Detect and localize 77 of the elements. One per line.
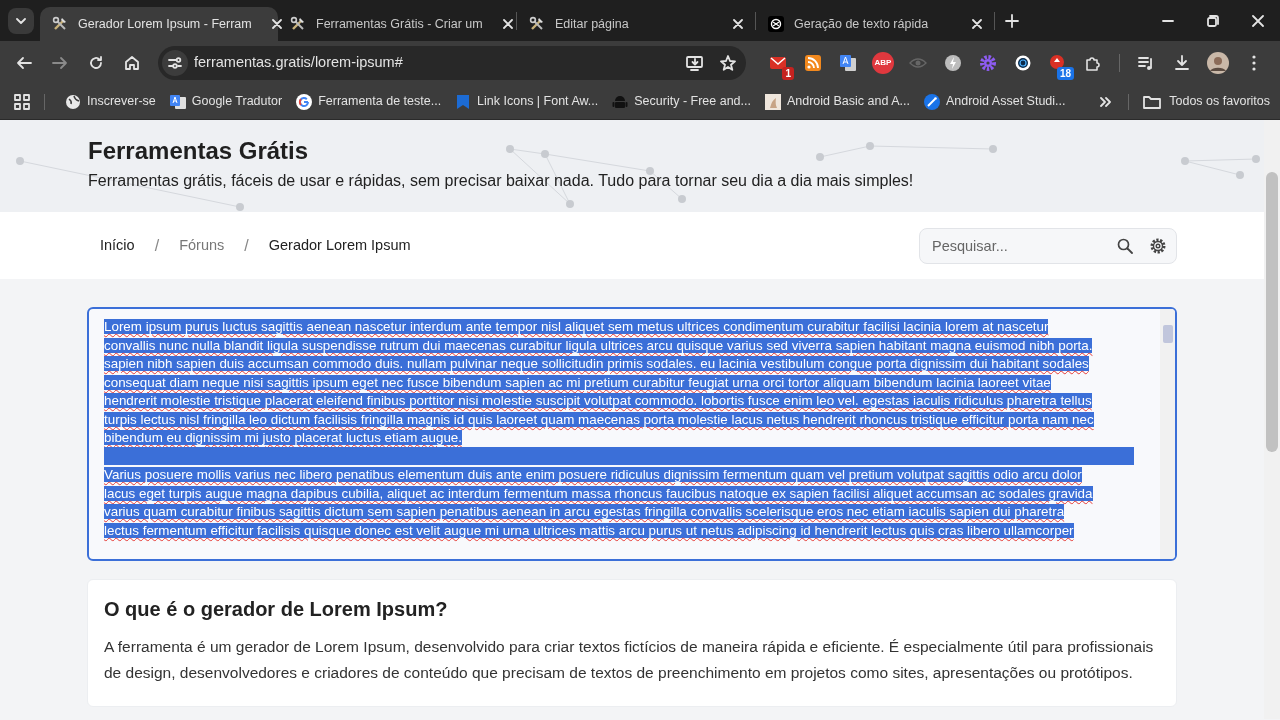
bookmark[interactable]: Ferramenta de teste... xyxy=(290,87,448,116)
reload-icon xyxy=(88,54,104,71)
chevron-down-icon xyxy=(16,17,26,24)
playlist-icon xyxy=(1138,54,1154,71)
download-icon xyxy=(1174,54,1190,71)
bookmark[interactable]: Android Asset Studi... xyxy=(917,87,1072,116)
close-icon[interactable] xyxy=(502,19,513,29)
avatar[interactable] xyxy=(1207,51,1229,74)
folder-icon xyxy=(1143,94,1162,109)
back-icon xyxy=(16,54,32,71)
bookmark[interactable]: Android Basic and A... xyxy=(758,87,916,116)
browser-tab[interactable]: Editar página xyxy=(517,7,755,41)
breadcrumb-link[interactable]: Gerador Lorem Ipsum xyxy=(268,234,411,257)
android-icon xyxy=(612,93,629,110)
scrollbar[interactable] xyxy=(1160,309,1175,559)
apps-grid-icon[interactable] xyxy=(14,93,30,110)
tools-icon xyxy=(290,16,306,32)
extension-button[interactable]: 1 xyxy=(762,48,794,77)
breadcrumb-link[interactable]: Início xyxy=(100,234,135,257)
forward-icon xyxy=(52,54,68,71)
count-badge: 18 xyxy=(1056,66,1074,80)
globe-icon xyxy=(65,93,81,110)
breadcrumb-link[interactable]: Fóruns xyxy=(179,234,225,257)
tab-title: Geração de texto rápida xyxy=(794,15,929,33)
close-icon[interactable] xyxy=(733,19,743,29)
tab-title: Editar página xyxy=(555,15,629,33)
bookmark[interactable]: Link Icons | Font Aw... xyxy=(449,87,605,116)
star-icon[interactable] xyxy=(720,54,736,71)
all-bookmarks-folder[interactable]: Todos os favoritos xyxy=(1143,92,1270,111)
google-g-icon xyxy=(296,93,313,110)
settings-icon[interactable] xyxy=(1149,236,1167,255)
wand-icon xyxy=(923,93,940,110)
breadcrumb-separator: / xyxy=(154,235,160,256)
search-field[interactable]: Pesquisar... xyxy=(919,227,1177,264)
bookmark[interactable]: Security - Free and... xyxy=(606,87,757,116)
new-tab-icon[interactable] xyxy=(1005,13,1019,28)
site-tagline: Ferramentas grátis, fáceis de usar e rápidas, sem precisar baixar nada. Tudo para tornar seu dia a dia mais simples! xyxy=(88,171,915,191)
tab-title: Ferramentas Grátis - Criar um xyxy=(316,15,483,33)
page-scrollbar[interactable] xyxy=(1264,120,1280,719)
translate-icon xyxy=(169,93,186,110)
restore-icon[interactable] xyxy=(1206,14,1219,27)
search-icon[interactable] xyxy=(1117,237,1133,254)
translate-icon xyxy=(839,53,857,72)
tools-icon xyxy=(529,16,545,32)
ring-icon xyxy=(1014,53,1032,72)
tab-search-button[interactable] xyxy=(8,7,34,34)
flag-icon xyxy=(455,93,472,110)
count-badge: 1 xyxy=(782,66,794,80)
browser-tab[interactable]: Geração de texto rápida xyxy=(756,7,994,41)
url-text: ferramentas.gratis/lorem-ipsum# xyxy=(194,52,404,72)
tab-title: Gerador Lorem Ipsum - Ferram xyxy=(78,15,252,33)
rss-icon xyxy=(804,53,822,72)
home-icon xyxy=(124,54,140,71)
section-heading: O que é o gerador de Lorem Ipsum? xyxy=(104,597,449,622)
close-window-icon[interactable] xyxy=(1251,14,1264,27)
bolt-icon xyxy=(944,53,962,72)
close-icon[interactable] xyxy=(972,19,982,29)
extension-button[interactable]: ABP xyxy=(867,48,899,77)
text-area[interactable] xyxy=(87,307,1177,561)
gear-icon xyxy=(979,53,997,72)
more-bookmarks-icon[interactable] xyxy=(1100,95,1113,108)
extension-button[interactable]: 18 xyxy=(1042,48,1074,77)
tools-icon xyxy=(52,16,68,32)
bookmark[interactable]: Google Tradutor xyxy=(163,87,289,116)
breadcrumb-separator: / xyxy=(244,235,249,256)
close-icon[interactable] xyxy=(271,19,282,29)
bookmark[interactable]: Inscrever-se xyxy=(59,87,162,116)
adblock-icon: ABP xyxy=(872,51,894,74)
section-paragraph: A ferramenta é um gerador de Lorem Ipsum, desenvolvido para criar textos fictícios de maneira rápida e eficiente. É especialmente útil para profissionais de design, desenvolvedores e criadores de conteúdo que precisam de textos de preenchimento em projetos como sites, apresentações ou protótipos. xyxy=(104,637,1155,683)
install-icon[interactable] xyxy=(686,54,704,71)
image-icon xyxy=(764,93,781,110)
more-menu-icon xyxy=(1252,54,1256,71)
site-title: Ferramentas Grátis xyxy=(88,136,310,166)
site-settings-icon xyxy=(168,56,182,69)
address-bar[interactable]: ferramentas.gratis/lorem-ipsum# xyxy=(158,45,746,80)
browser-tab[interactable]: Ferramentas Grátis - Criar um xyxy=(278,7,516,41)
knot-icon xyxy=(768,16,784,32)
